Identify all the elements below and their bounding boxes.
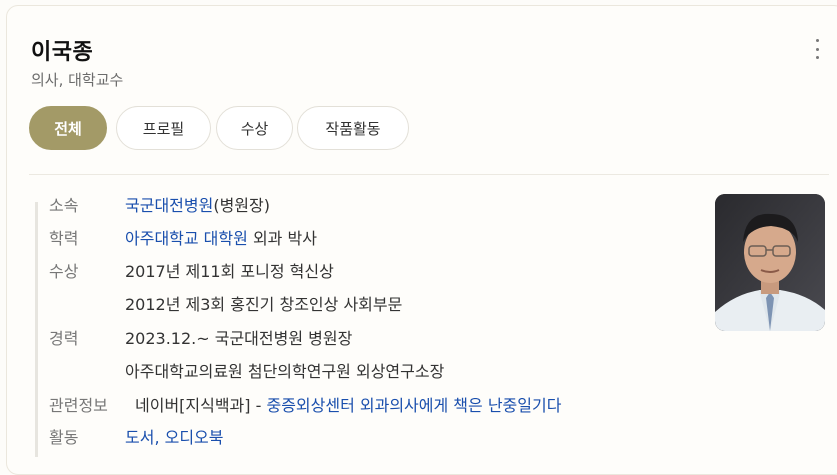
profile-card: 이국종 의사, 대학교수 전체 프로필 수상 작품활동 소속 국군대전병원(병원… (6, 5, 837, 475)
section-divider (29, 174, 829, 175)
award-item: 2012년 제3회 홍진기 창조인상 사회부문 (125, 295, 403, 314)
person-photo[interactable] (715, 194, 825, 331)
info-left-bar (35, 202, 38, 457)
education-label: 학력 (49, 229, 79, 248)
career-item: 아주대학교의료원 첨단의학연구원 외상연구소장 (125, 362, 445, 381)
tab-profile[interactable]: 프로필 (116, 106, 211, 150)
related-source: 네이버[지식백과] (135, 396, 251, 415)
affiliation-link[interactable]: 국군대전병원 (125, 196, 213, 215)
related-separator: - (250, 396, 267, 415)
awards-label: 수상 (49, 262, 79, 281)
career-item: 2023.12.~ 국군대전병원 병원장 (125, 329, 353, 348)
more-options-icon[interactable] (812, 39, 822, 59)
activity-link[interactable]: 도서, 오디오북 (125, 428, 224, 447)
profile-subtitle: 의사, 대학교수 (31, 71, 124, 89)
career-label: 경력 (49, 329, 79, 348)
person-photo-icon (715, 194, 825, 331)
award-item: 2017년 제11회 포니정 혁신상 (125, 262, 334, 281)
tab-works[interactable]: 작품활동 (297, 106, 409, 150)
related-label: 관련정보 (49, 396, 108, 415)
tab-all[interactable]: 전체 (29, 106, 107, 150)
tab-awards[interactable]: 수상 (216, 106, 293, 150)
affiliation-suffix: (병원장) (213, 196, 270, 215)
education-suffix: 외과 박사 (247, 229, 317, 248)
related-link[interactable]: 중증외상센터 외과의사에게 책은 난중일기다 (266, 396, 561, 415)
affiliation-label: 소속 (49, 196, 79, 215)
education-link[interactable]: 아주대학교 대학원 (125, 229, 248, 248)
profile-name[interactable]: 이국종 (31, 34, 93, 66)
activity-label: 활동 (49, 428, 79, 447)
